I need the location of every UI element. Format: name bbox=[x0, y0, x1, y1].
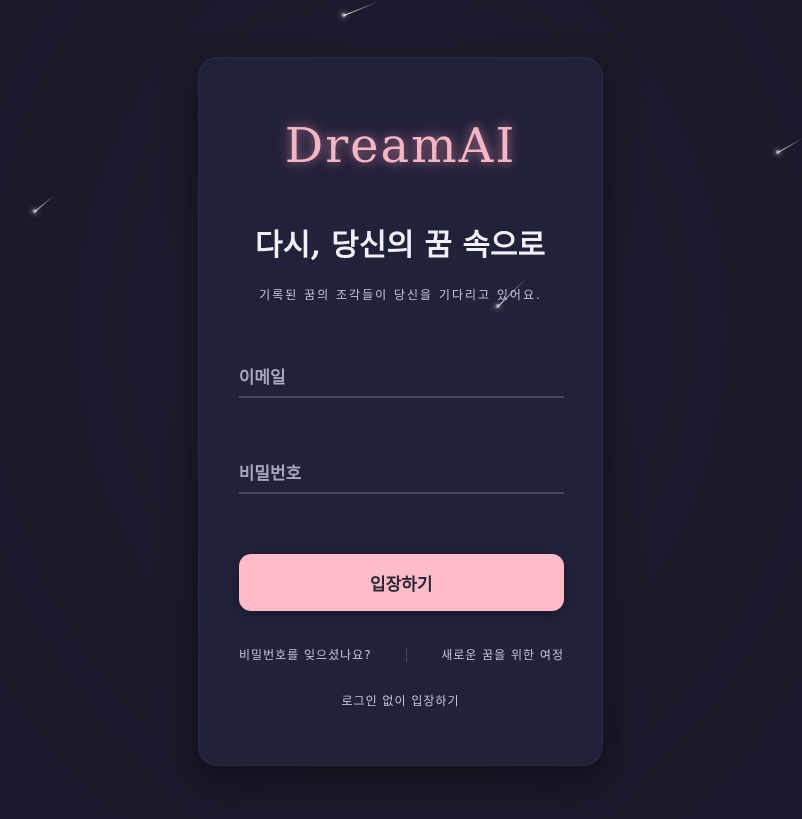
page-subtitle: 기록된 꿈의 조각들이 당신을 기다리고 있어요. bbox=[259, 288, 542, 302]
forgot-password-link[interactable]: 비밀번호를 잊으셨나요? bbox=[239, 646, 372, 663]
login-button[interactable]: 입장하기 bbox=[239, 554, 564, 611]
login-card: DreamAI 다시, 당신의 꿈 속으로 기록된 꿈의 조각들이 당신을 기다… bbox=[198, 57, 603, 766]
password-field bbox=[239, 456, 564, 494]
app-logo: DreamAI bbox=[284, 118, 517, 174]
page-title: 다시, 당신의 꿈 속으로 bbox=[255, 228, 546, 263]
link-divider bbox=[405, 647, 407, 662]
email-field bbox=[239, 360, 564, 398]
guest-login-link[interactable]: 로그인 없이 입장하기 bbox=[342, 694, 460, 708]
signup-link[interactable]: 새로운 꿈을 위한 여정 bbox=[441, 646, 564, 663]
auth-links: 비밀번호를 잊으셨나요? 새로운 꿈을 위한 여정 bbox=[239, 646, 564, 663]
guest-entry: 로그인 없이 입장하기 bbox=[199, 692, 602, 709]
email-input[interactable] bbox=[239, 360, 564, 396]
password-input[interactable] bbox=[239, 456, 564, 492]
